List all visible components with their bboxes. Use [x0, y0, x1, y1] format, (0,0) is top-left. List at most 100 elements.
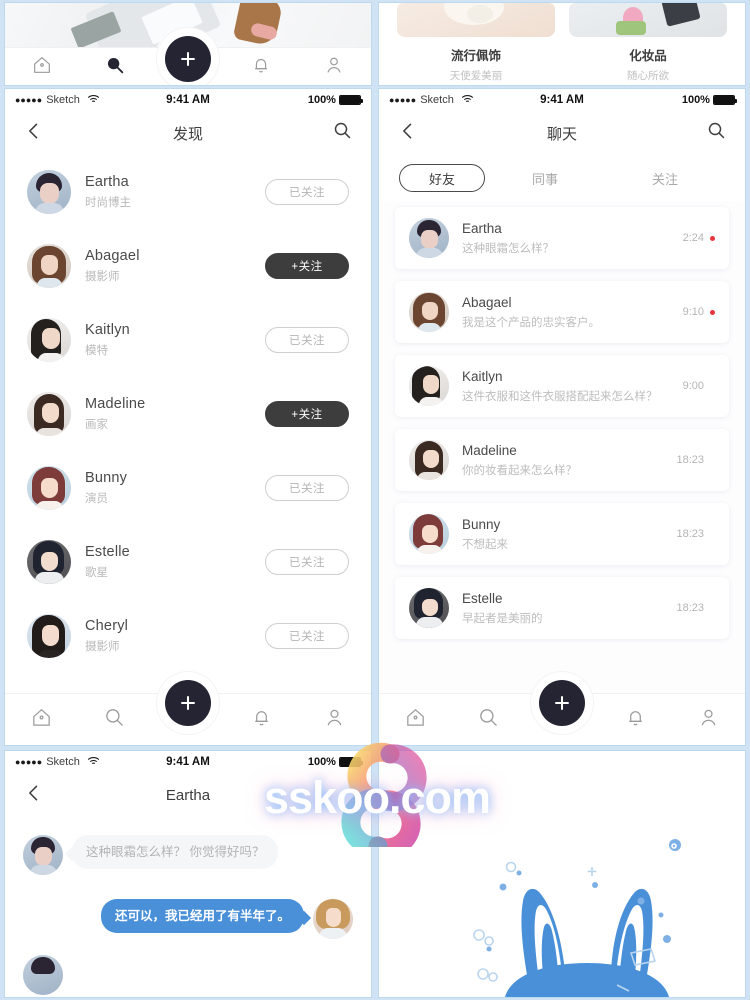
- list-item[interactable]: Bunny 演员 已关注: [5, 451, 371, 525]
- category-card[interactable]: 化妆品 随心所欲: [569, 3, 727, 83]
- back-button[interactable]: [21, 120, 47, 146]
- tab-home[interactable]: [379, 694, 452, 745]
- status-time: 9:41 AM: [540, 94, 584, 106]
- chevron-left-icon: [24, 121, 44, 146]
- tab-search[interactable]: [452, 694, 525, 745]
- battery-full-icon: [338, 757, 363, 767]
- person-icon: [323, 54, 345, 81]
- chat-row[interactable]: Madeline 你的妆看起来怎么样？ 18:23: [395, 429, 729, 491]
- user-role: 模特: [85, 345, 108, 357]
- avatar: [409, 440, 449, 480]
- status-bar: ●●●●● Sketch 9:41 AM 100%: [5, 751, 371, 773]
- avatar: [27, 614, 71, 658]
- fab-add-button[interactable]: [539, 680, 585, 726]
- chevron-left-icon: [24, 783, 44, 808]
- chat-name: Estelle: [462, 590, 503, 606]
- message-thread: 这种眼霜怎么样？ 你觉得好吗？ 还可以，我已经用了有半年了。: [5, 835, 371, 995]
- tabbar-feed: [5, 28, 371, 85]
- chat-name: Eartha: [462, 220, 502, 236]
- chat-row[interactable]: Abagael 我是这个产品的忠实客户。 9:10: [395, 281, 729, 343]
- tab-colleagues[interactable]: 同事: [485, 169, 605, 188]
- bunny-ears-icon: [473, 839, 681, 997]
- avatar: [409, 366, 449, 406]
- chat-time: 18:23: [676, 528, 704, 540]
- follow-button[interactable]: 已关注: [265, 549, 349, 575]
- back-button[interactable]: [21, 782, 47, 808]
- page-title: 发现: [172, 125, 203, 143]
- chat-filter-tabs: 好友 同事 关注: [379, 155, 745, 201]
- user-name: Kaitlyn: [85, 322, 130, 338]
- fab-add-button[interactable]: [165, 680, 211, 726]
- status-bar: ●●●●● Sketch 9:41 AM 100%: [5, 89, 371, 111]
- user-role: 画家: [85, 419, 108, 431]
- tab-profile[interactable]: [298, 48, 371, 85]
- user-name: Eartha: [85, 174, 129, 190]
- user-role: 摄影师: [85, 641, 120, 653]
- search-icon: [332, 120, 353, 146]
- person-icon: [697, 706, 720, 734]
- category-card[interactable]: 流行佩饰 天使爱美丽: [397, 3, 555, 83]
- unread-badge-placeholder: [710, 458, 715, 463]
- panel-chat-list: ●●●●● Sketch 9:41 AM 100% 聊天 好友 同事 关注 Ea…: [378, 88, 746, 746]
- avatar: [27, 540, 71, 584]
- tab-search[interactable]: [78, 48, 151, 85]
- user-role: 时尚博主: [85, 197, 131, 209]
- chat-row-list: Eartha 这种眼霜怎么样？ 2:24 Abagael 我是这个产品的忠实客户…: [379, 201, 745, 639]
- battery-percent: 100%: [681, 94, 710, 106]
- avatar: [27, 392, 71, 436]
- navbar-conversation: Eartha: [5, 773, 371, 817]
- follow-button[interactable]: +关注: [265, 253, 349, 279]
- category-thumbnail: [397, 3, 555, 37]
- user-name: Abagael: [85, 248, 140, 264]
- tab-home[interactable]: [5, 694, 78, 745]
- home-icon: [31, 54, 53, 81]
- chat-row[interactable]: Eartha 这种眼霜怎么样？ 2:24: [395, 207, 729, 269]
- list-item[interactable]: Eartha 时尚博主 已关注: [5, 155, 371, 229]
- chat-time: 2:24: [682, 232, 704, 244]
- follow-button[interactable]: 已关注: [265, 623, 349, 649]
- battery-full-icon: [338, 95, 363, 105]
- fab-add-button[interactable]: [165, 36, 211, 82]
- category-card-list: 流行佩饰 天使爱美丽 化妆品 随心所欲: [379, 3, 745, 83]
- chat-time: 9:10: [682, 306, 704, 318]
- tab-notifications[interactable]: [225, 694, 298, 745]
- tab-notifications[interactable]: [225, 48, 298, 85]
- list-item[interactable]: Cheryl 摄影师 已关注: [5, 599, 371, 673]
- fab-add-wrap: [157, 28, 219, 85]
- follow-button[interactable]: +关注: [265, 401, 349, 427]
- chat-name: Abagael: [462, 294, 512, 310]
- chat-time: 18:23: [676, 454, 704, 466]
- signal-dots-icon: ●●●●●: [389, 95, 417, 105]
- search-button[interactable]: [329, 120, 355, 146]
- tab-profile[interactable]: [672, 694, 745, 745]
- tab-following[interactable]: 关注: [605, 169, 725, 188]
- tab-notifications[interactable]: [599, 694, 672, 745]
- tabbar-chat-list: [379, 672, 745, 745]
- list-item[interactable]: Madeline 画家 +关注: [5, 377, 371, 451]
- tab-profile[interactable]: [298, 694, 371, 745]
- panel-feed-bottom: [4, 2, 372, 86]
- wifi-icon: [87, 94, 100, 107]
- list-item[interactable]: Estelle 歌星 已关注: [5, 525, 371, 599]
- unread-badge-dot: [710, 309, 715, 315]
- chat-preview: 早起者是美丽的: [462, 612, 543, 625]
- tab-search[interactable]: [78, 694, 151, 745]
- tab-friends[interactable]: 好友: [399, 164, 485, 192]
- user-role: 演员: [85, 493, 108, 505]
- chat-row[interactable]: Bunny 不想起来 18:23: [395, 503, 729, 565]
- user-name: Madeline: [85, 396, 146, 412]
- user-name: Estelle: [85, 544, 130, 560]
- tab-home[interactable]: [5, 48, 78, 85]
- follow-button[interactable]: 已关注: [265, 327, 349, 353]
- search-button[interactable]: [703, 120, 729, 146]
- signal-dots-icon: ●●●●●: [15, 95, 43, 105]
- chat-row[interactable]: Estelle 早起者是美丽的 18:23: [395, 577, 729, 639]
- chat-row[interactable]: Kaitlyn 这件衣服和这件衣服搭配起来怎么样？ 9:00: [395, 355, 729, 417]
- list-item[interactable]: Abagael 摄影师 +关注: [5, 229, 371, 303]
- back-button[interactable]: [395, 120, 421, 146]
- avatar: [409, 588, 449, 628]
- list-item[interactable]: Kaitlyn 模特 已关注: [5, 303, 371, 377]
- follow-button[interactable]: 已关注: [265, 475, 349, 501]
- follow-button[interactable]: 已关注: [265, 179, 349, 205]
- panel-conversation: ●●●●● Sketch 9:41 AM 100% Eartha 这种眼霜怎么样…: [4, 750, 372, 998]
